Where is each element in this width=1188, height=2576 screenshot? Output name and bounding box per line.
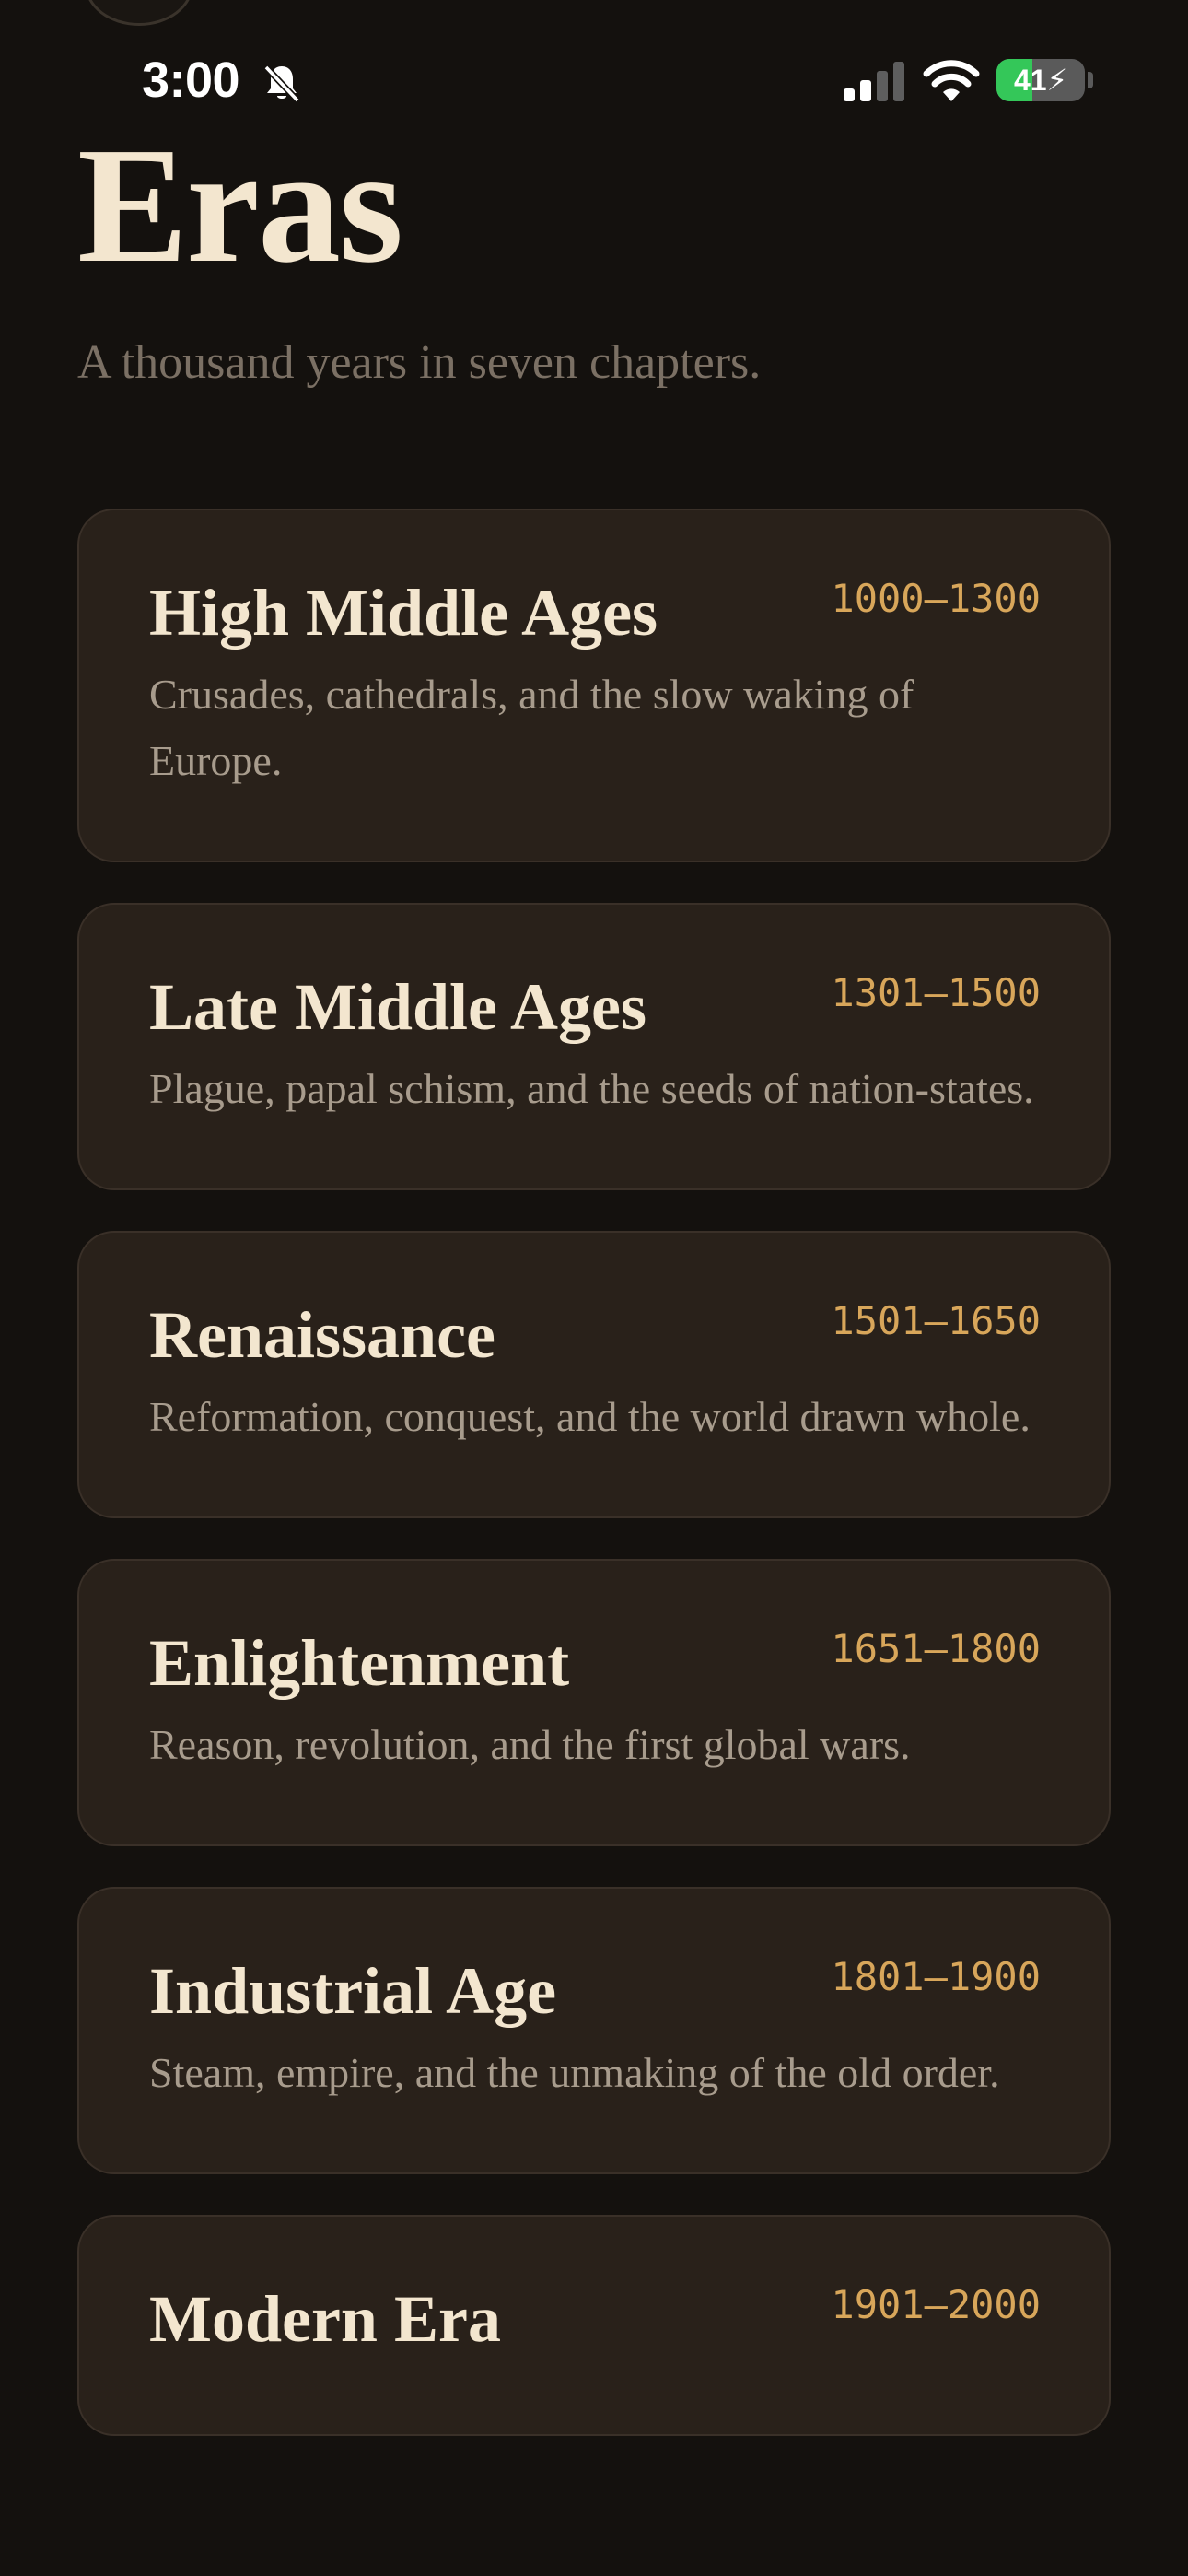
bell-slash-icon	[263, 64, 300, 103]
status-time: 3:00	[142, 53, 240, 108]
era-date-range: 1501–1650	[831, 1298, 1041, 1343]
era-date-range: 1901–2000	[831, 2282, 1041, 2327]
era-card-industrial-age[interactable]: Industrial Age 1801–1900 Steam, empire, …	[77, 1887, 1111, 2174]
page-title: Eras	[77, 113, 403, 297]
era-title: High Middle Ages	[149, 576, 658, 650]
era-card-high-middle-ages[interactable]: High Middle Ages 1000–1300 Crusades, cat…	[77, 509, 1111, 862]
era-description: Reason, revolution, and the first global…	[149, 1721, 911, 1768]
era-card-late-middle-ages[interactable]: Late Middle Ages 1301–1500 Plague, papal…	[77, 903, 1111, 1190]
era-date-range: 1801–1900	[831, 1954, 1041, 1999]
cellular-signal-icon	[844, 62, 904, 101]
era-card-enlightenment[interactable]: Enlightenment 1651–1800 Reason, revoluti…	[77, 1559, 1111, 1846]
era-date-range: 1301–1500	[831, 970, 1041, 1015]
era-description: Plague, papal schism, and the seeds of n…	[149, 1065, 1034, 1112]
era-title: Renaissance	[149, 1298, 495, 1372]
era-description: Crusades, cathedrals, and the slow wakin…	[149, 671, 914, 784]
era-description: Reformation, conquest, and the world dra…	[149, 1393, 1031, 1440]
era-title: Enlightenment	[149, 1626, 570, 1700]
status-bar: 3:00 41⚡	[0, 44, 1188, 118]
era-card-modern-era[interactable]: Modern Era 1901–2000	[77, 2215, 1111, 2436]
era-date-range: 1000–1300	[831, 576, 1041, 621]
era-card-renaissance[interactable]: Renaissance 1501–1650 Reformation, conqu…	[77, 1231, 1111, 1518]
wifi-icon	[923, 60, 980, 101]
era-title: Modern Era	[149, 2282, 501, 2356]
battery-cap	[1088, 72, 1093, 88]
back-button-edge[interactable]	[85, 0, 193, 26]
battery-charging-icon: 41⚡	[996, 59, 1085, 101]
battery-percent: 41	[1013, 64, 1047, 97]
era-date-range: 1651–1800	[831, 1626, 1041, 1671]
era-title: Late Middle Ages	[149, 970, 646, 1044]
era-description: Steam, empire, and the unmaking of the o…	[149, 2049, 1000, 2096]
battery-level: 41⚡	[1013, 64, 1068, 97]
era-title: Industrial Age	[149, 1954, 557, 2028]
page-subtitle: A thousand years in seven chapters.	[77, 336, 762, 389]
era-list: High Middle Ages 1000–1300 Crusades, cat…	[77, 509, 1111, 2476]
